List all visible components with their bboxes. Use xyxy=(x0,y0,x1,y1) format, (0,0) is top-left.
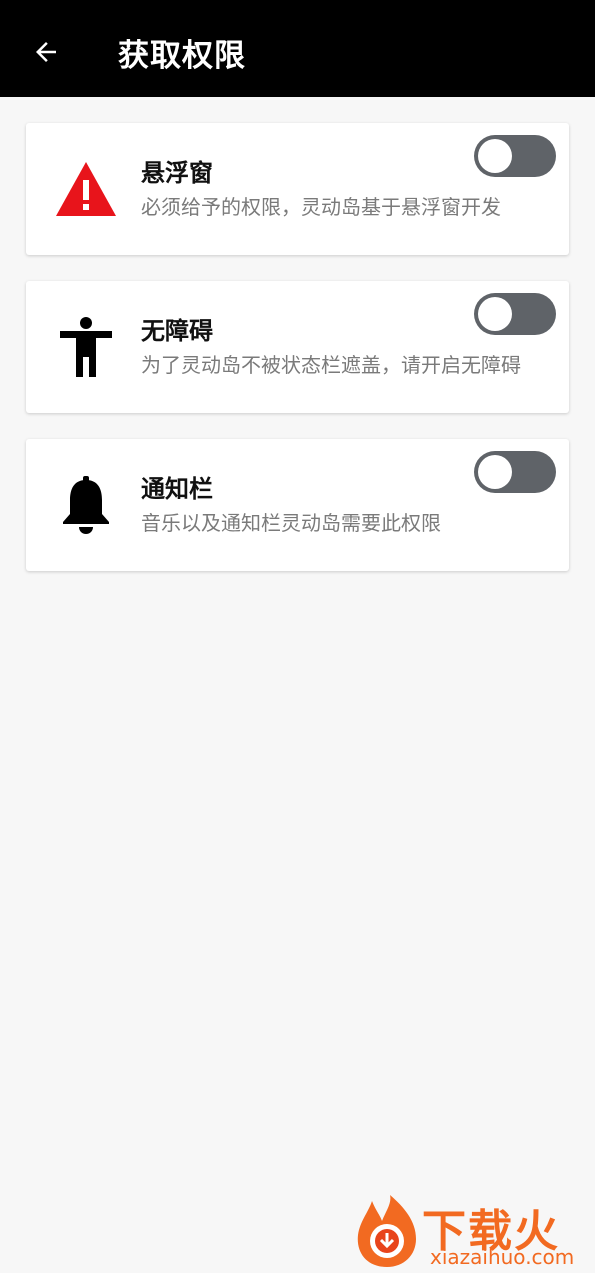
app-bar: 获取权限 xyxy=(0,0,595,97)
permission-title: 无障碍 xyxy=(141,317,213,345)
permission-description: 音乐以及通知栏灵动岛需要此权限 xyxy=(141,511,441,535)
permission-card-overlay[interactable]: 悬浮窗 必须给予的权限，灵动岛基于悬浮窗开发 xyxy=(26,123,569,255)
watermark-url: xiazaihuo.com xyxy=(430,1245,575,1269)
permission-card-notification[interactable]: 通知栏 音乐以及通知栏灵动岛需要此权限 xyxy=(26,439,569,571)
accessibility-toggle[interactable] xyxy=(474,293,556,335)
warning-icon xyxy=(54,157,118,221)
toggle-knob xyxy=(478,139,512,173)
watermark: 下载火 xiazaihuo.com xyxy=(352,1195,592,1269)
permission-description: 为了灵动岛不被状态栏遮盖，请开启无障碍 xyxy=(141,353,521,377)
notification-toggle[interactable] xyxy=(474,451,556,493)
page-title: 获取权限 xyxy=(118,38,246,74)
toggle-knob xyxy=(478,297,512,331)
flame-logo-icon xyxy=(352,1195,422,1269)
back-button[interactable] xyxy=(28,34,64,70)
bell-icon xyxy=(54,473,118,537)
accessibility-icon xyxy=(54,315,118,379)
permission-card-accessibility[interactable]: 无障碍 为了灵动岛不被状态栏遮盖，请开启无障碍 xyxy=(26,281,569,413)
arrow-left-icon xyxy=(36,42,56,62)
permission-title: 悬浮窗 xyxy=(141,159,213,187)
toggle-knob xyxy=(478,455,512,489)
overlay-toggle[interactable] xyxy=(474,135,556,177)
permission-description: 必须给予的权限，灵动岛基于悬浮窗开发 xyxy=(141,195,501,219)
permission-title: 通知栏 xyxy=(141,475,213,503)
